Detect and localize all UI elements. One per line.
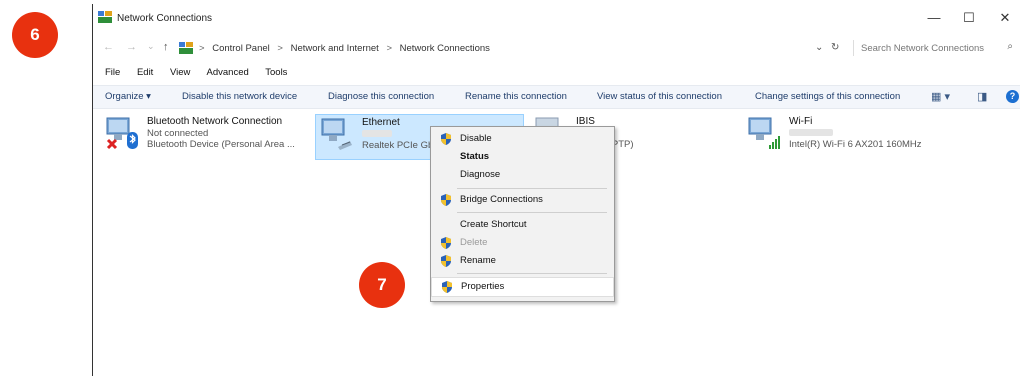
connection-name: Wi-Fi (789, 116, 813, 127)
connection-name: Ethernet (362, 117, 400, 128)
step-badge-6: 6 (12, 12, 58, 58)
network-folder-icon (98, 11, 112, 23)
up-button[interactable]: ↑ (163, 41, 169, 53)
breadcrumb: > Control Panel > Network and Internet >… (199, 43, 490, 54)
breadcrumb-separator: > (199, 43, 205, 54)
menu-item-bridge-connections[interactable]: Bridge Connections (431, 191, 614, 209)
menu-view[interactable]: View (170, 67, 190, 78)
search-icon[interactable]: ⌕ (1007, 41, 1013, 52)
menu-item-properties[interactable]: Properties (431, 277, 614, 297)
menu-separator (457, 212, 607, 213)
menu-item-disable[interactable]: Disable (431, 130, 614, 148)
address-bar: ← → ⌄ ↑ > Control Panel > Network and In… (93, 38, 1020, 60)
connection-status (789, 128, 833, 139)
breadcrumb-separator: > (277, 43, 283, 54)
connection-device: Intel(R) Wi-Fi 6 AX201 160MHz (789, 139, 922, 150)
breadcrumb-control-panel[interactable]: Control Panel (212, 43, 270, 54)
connection-status (362, 129, 392, 140)
menu-item-delete: Delete (431, 234, 614, 252)
title-bar: Network Connections — ☐ ✕ (93, 4, 1020, 32)
search-input[interactable]: Search Network Connections (861, 43, 984, 54)
refresh-button[interactable]: ↻ (831, 42, 839, 53)
shield-icon (441, 255, 451, 267)
diagnose-connection-button[interactable]: Diagnose this connection (328, 91, 434, 102)
control-panel-icon (179, 42, 193, 54)
preview-pane-icon[interactable]: ◨ (977, 90, 987, 103)
disable-device-button[interactable]: Disable this network device (182, 91, 297, 102)
menu-separator (457, 188, 607, 189)
rename-connection-button[interactable]: Rename this connection (465, 91, 567, 102)
shield-icon (441, 133, 451, 145)
menu-separator (457, 273, 607, 274)
menu-edit[interactable]: Edit (137, 67, 153, 78)
help-icon[interactable]: ? (1006, 90, 1019, 103)
change-view-icon[interactable]: ▦ ▾ (931, 90, 950, 103)
menu-item-status[interactable]: Status (431, 148, 614, 166)
view-status-button[interactable]: View status of this connection (597, 91, 722, 102)
search-box[interactable]: Search Network Connections ⌕ (853, 40, 1019, 56)
breadcrumb-separator: > (386, 43, 392, 54)
step-badge-7: 7 (359, 262, 405, 308)
menu-item-rename[interactable]: Rename (431, 252, 614, 270)
organize-button[interactable]: Organize ▾ (105, 91, 151, 102)
breadcrumb-network-and-internet[interactable]: Network and Internet (291, 43, 379, 54)
forward-button[interactable]: → (126, 41, 137, 53)
menu-advanced[interactable]: Advanced (207, 67, 249, 78)
window-title: Network Connections (117, 13, 213, 24)
shield-icon (441, 194, 451, 206)
command-bar: Organize ▾ Disable this network device D… (93, 85, 1020, 109)
minimize-button[interactable]: — (921, 9, 947, 27)
shield-icon (441, 237, 451, 249)
menu-item-create-shortcut[interactable]: Create Shortcut (431, 216, 614, 234)
change-settings-button[interactable]: Change settings of this connection (755, 91, 900, 102)
menu-file[interactable]: File (105, 67, 120, 78)
close-button[interactable]: ✕ (992, 9, 1018, 27)
context-menu: Disable Status Diagnose Bridge Connectio… (430, 126, 615, 302)
menu-tools[interactable]: Tools (265, 67, 287, 78)
connection-name: Bluetooth Network Connection (147, 116, 283, 127)
connection-device: Realtek PCIe Gb (362, 140, 434, 151)
wifi-adapter-icon (748, 117, 780, 149)
breadcrumb-network-connections[interactable]: Network Connections (400, 43, 490, 54)
ethernet-adapter-icon (321, 118, 352, 150)
connection-status: Not connected (147, 128, 209, 139)
shield-icon (442, 281, 452, 293)
back-button[interactable]: ← (103, 41, 114, 53)
connection-bluetooth[interactable]: Bluetooth Network Connection Not connect… (101, 114, 306, 158)
maximize-button[interactable]: ☐ (956, 9, 982, 27)
address-dropdown-button[interactable]: ⌄ (815, 42, 823, 53)
menu-item-diagnose[interactable]: Diagnose (431, 166, 614, 184)
recent-locations-button[interactable]: ⌄ (147, 41, 155, 52)
bluetooth-adapter-icon (106, 117, 138, 150)
connection-device: Bluetooth Device (Personal Area ... (147, 139, 295, 150)
menu-bar: File Edit View Advanced Tools (105, 67, 301, 78)
connection-wifi[interactable]: Wi-Fi Intel(R) Wi-Fi 6 AX201 160MHz (743, 114, 973, 158)
